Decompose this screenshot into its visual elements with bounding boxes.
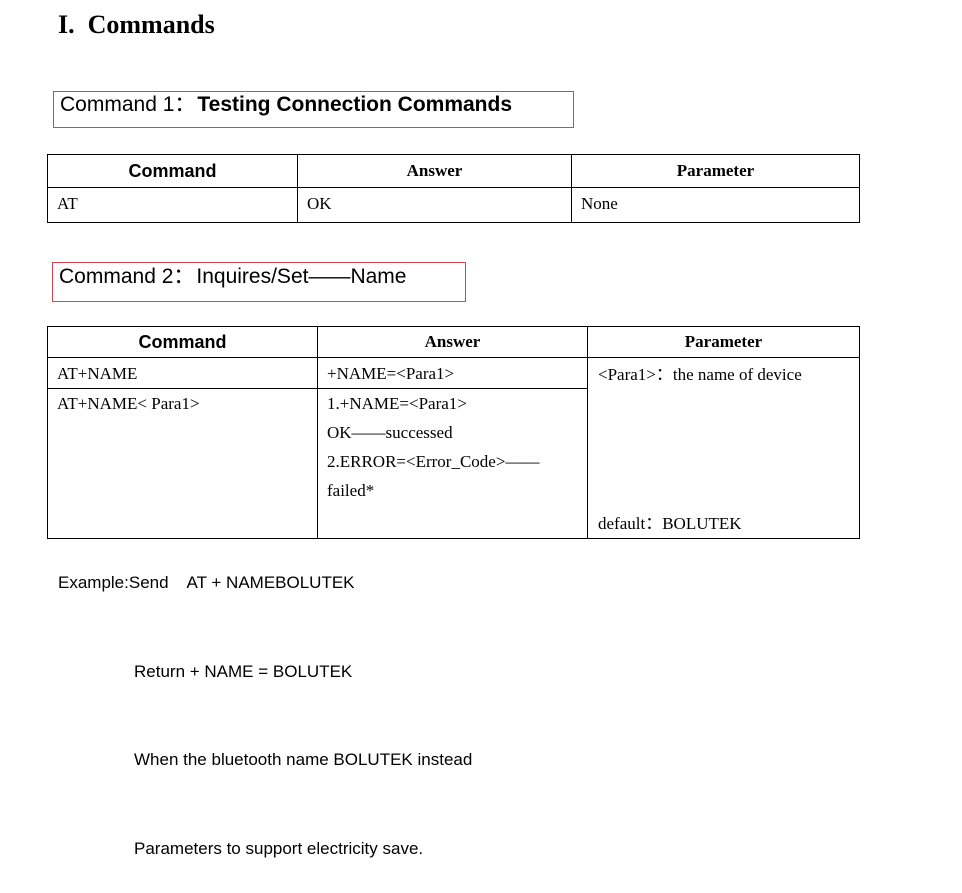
example-block: Example:Send AT + NAMEBOLUTEK Return + N…	[58, 509, 472, 893]
testing-connection-table: Command Answer Parameter AT OK None	[47, 154, 860, 223]
table-header-row: Command Answer Parameter	[47, 326, 860, 358]
command-1-separator: ：	[174, 93, 196, 116]
column-header-answer: Answer	[317, 326, 588, 358]
table-header-row: Command Answer Parameter	[47, 154, 860, 188]
column-header-parameter: Parameter	[571, 154, 860, 188]
parameter-default: default：BOLUTEK	[598, 514, 742, 533]
parameter-description: <Para1>：the name of device	[598, 365, 802, 384]
column-header-parameter: Parameter	[587, 326, 860, 358]
command-1-number: Command 1	[60, 93, 175, 116]
example-note-line: When the bluetooth name BOLUTEK instead	[134, 750, 473, 769]
answer-line: 2.ERROR=<Error_Code>——	[327, 452, 540, 471]
table-row: AT+NAME +NAME=<Para1> <Para1>：the name o…	[47, 357, 860, 539]
table-row: AT OK None	[47, 187, 860, 223]
column-header-command: Command	[47, 326, 318, 358]
section-title: I. Commands	[58, 10, 215, 39]
example-send-line: Example:Send AT + NAMEBOLUTEK	[58, 573, 355, 592]
answer-line: failed*	[327, 481, 375, 500]
answer-line: 1.+NAME=<Para1>	[327, 394, 467, 413]
answer-cell: +NAME=<Para1>	[317, 357, 588, 389]
command-cell: AT	[47, 187, 298, 223]
command-1-heading: Command 1：Testing Connection Commands	[53, 91, 574, 128]
inquire-set-name-table: Command Answer Parameter AT+NAME +NAME=<…	[47, 326, 860, 539]
command-2-number: Command 2	[59, 265, 174, 288]
parameter-cell: <Para1>：the name of device default：BOLUT…	[587, 357, 860, 539]
command-2-heading: Command 2：Inquires/Set——Name	[52, 262, 466, 302]
command-2-title: Inquires/Set——Name	[196, 265, 407, 288]
answer-cell: OK	[297, 187, 572, 223]
column-header-command: Command	[47, 154, 298, 188]
parameter-cell: None	[571, 187, 860, 223]
column-header-answer: Answer	[297, 154, 572, 188]
command-2-separator: ：	[173, 265, 195, 288]
example-note-line: Parameters to support electricity save.	[134, 838, 424, 858]
command-cell: AT+NAME	[47, 357, 318, 389]
answer-line: OK——successed	[327, 423, 453, 442]
command-1-title: Testing Connection Commands	[197, 93, 513, 116]
